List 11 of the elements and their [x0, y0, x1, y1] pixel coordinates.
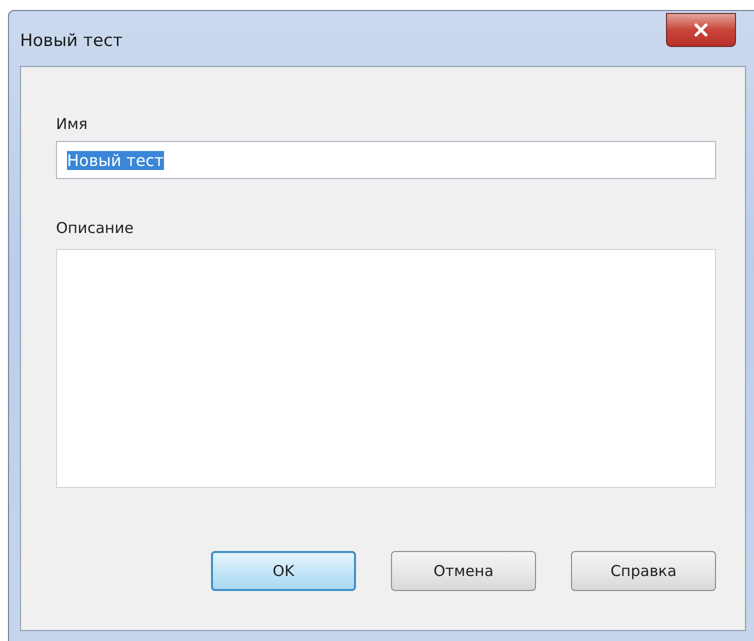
- description-field[interactable]: [56, 249, 716, 488]
- dialog-button[interactable]: Справка: [571, 551, 716, 591]
- dialog-button[interactable]: OK: [211, 551, 356, 591]
- name-field[interactable]: Новый тест: [56, 141, 716, 179]
- window-title: Новый тест: [20, 30, 123, 50]
- close-button[interactable]: [666, 12, 736, 46]
- close-icon: [693, 22, 709, 36]
- field-label: Описание: [56, 219, 134, 237]
- field-label: Имя: [56, 115, 88, 133]
- name-value: Новый тест: [67, 150, 164, 170]
- dialog-button[interactable]: Отмена: [391, 551, 536, 591]
